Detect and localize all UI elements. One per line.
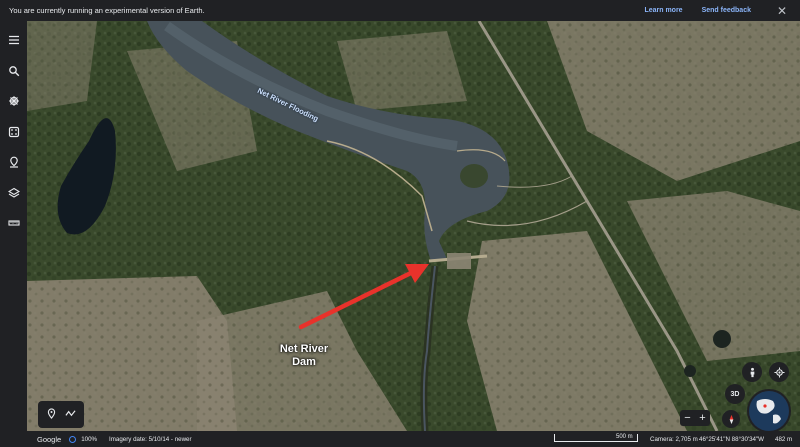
zoom-in-button[interactable]: + [696, 411, 710, 425]
ruler-icon[interactable] [3, 212, 25, 234]
satellite-map[interactable]: Net River Flooding Net River Dam [27, 21, 800, 431]
placemark-icon[interactable] [46, 406, 57, 424]
toggle-3d-button[interactable]: 3D [725, 384, 745, 404]
elevation: 482 m [775, 436, 793, 443]
dam-label-line1: Net River [279, 343, 329, 355]
zoom-out-button[interactable]: − [681, 411, 695, 425]
menu-icon[interactable] [3, 29, 25, 51]
close-icon[interactable]: ✕ [770, 4, 794, 18]
dam-label-line2: Dam [292, 356, 316, 368]
voyager-icon[interactable] [3, 90, 25, 112]
sidebar [0, 21, 27, 447]
dice-icon[interactable] [3, 121, 25, 143]
imagery-date[interactable]: Imagery date: 5/10/14 - newer [109, 436, 192, 443]
cursor-coordinates: 46°25'41"N 88°30'34"W [699, 436, 765, 443]
camera-altitude: Camera: 2,705 m [650, 436, 698, 443]
projects-icon[interactable] [3, 151, 25, 173]
scale-label: 500 m [616, 434, 633, 440]
load-percent: 100% [81, 435, 98, 443]
path-icon[interactable] [65, 406, 76, 424]
dam-label: Net River Dam [264, 343, 344, 369]
satellite-imagery [27, 21, 800, 431]
status-bar: Google 100% Imagery date: 5/10/14 - newe… [0, 431, 800, 447]
zoom-controls: − + [680, 410, 710, 426]
search-icon[interactable] [3, 60, 25, 82]
my-location-icon[interactable] [769, 362, 789, 382]
loading-ring-icon [69, 435, 77, 443]
experimental-banner: You are currently running an experimenta… [0, 0, 800, 21]
street-view-pegman-icon[interactable] [742, 362, 762, 382]
layers-icon[interactable] [3, 182, 25, 204]
globe-minimap[interactable] [747, 389, 791, 433]
send-feedback-link[interactable]: Send feedback [702, 7, 751, 14]
compass-icon[interactable] [722, 410, 740, 428]
map-tools-panel [38, 401, 84, 428]
google-logo: Google [37, 434, 62, 444]
learn-more-link[interactable]: Learn more [644, 7, 682, 14]
banner-message: You are currently running an experimenta… [9, 6, 205, 15]
